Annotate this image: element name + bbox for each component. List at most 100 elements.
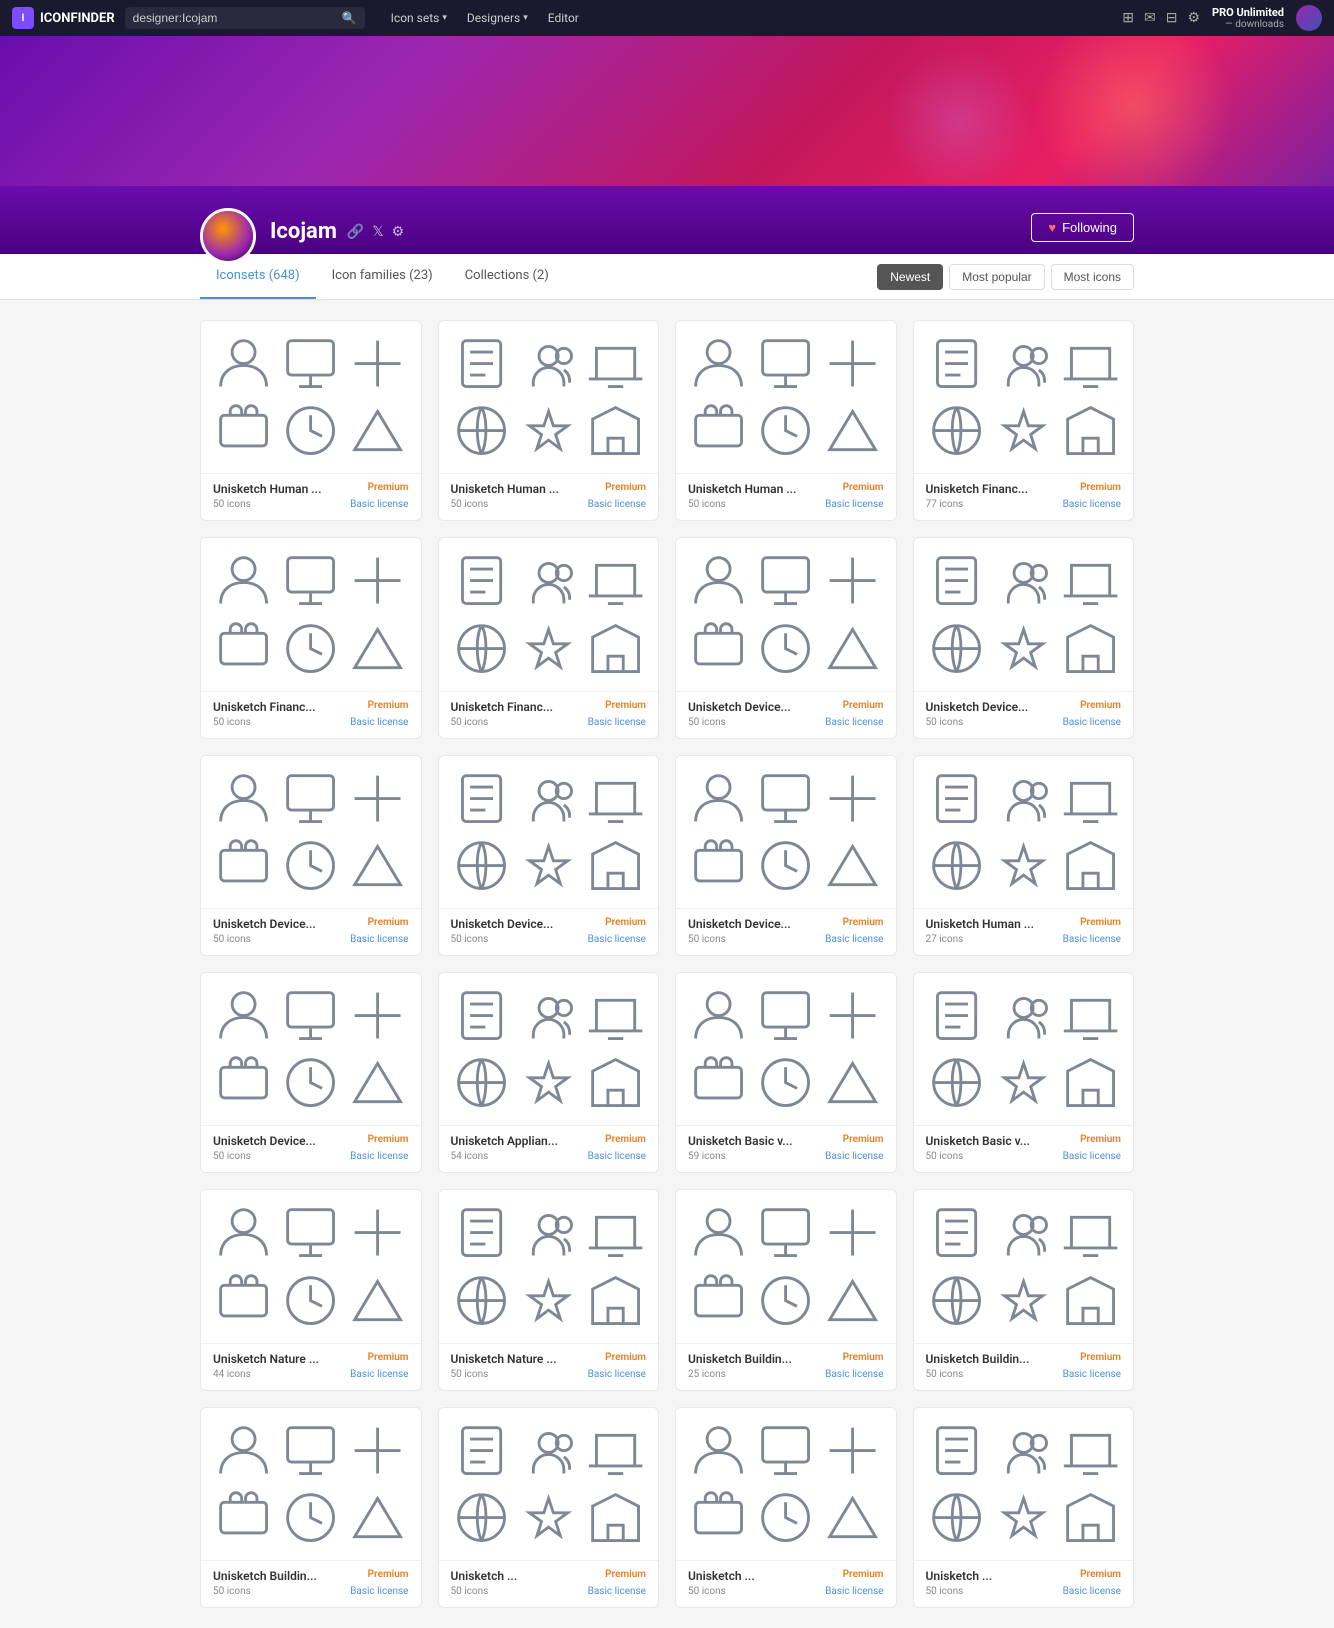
icon-set-card[interactable]: Unisketch Device... Premium 50 icons Bas… [200, 972, 422, 1173]
card-title: Unisketch Device... [688, 700, 791, 714]
license-link[interactable]: Basic license [825, 717, 883, 728]
icon-set-card[interactable]: Unisketch Device... Premium 50 icons Bas… [675, 537, 897, 738]
icon-set-card[interactable]: Unisketch ... Premium 50 icons Basic lic… [913, 1407, 1135, 1608]
logo[interactable]: I ICONFINDER [12, 7, 115, 29]
link-icon[interactable]: 🔗 [347, 224, 364, 240]
icon-set-card[interactable]: Unisketch Buildin... Premium 50 icons Ba… [200, 1407, 422, 1608]
icon-set-card[interactable]: Unisketch Basic v... Premium 59 icons Ba… [675, 972, 897, 1173]
icon-preview-item [926, 1052, 987, 1113]
icon-set-card[interactable]: Unisketch Nature ... Premium 50 icons Ba… [438, 1189, 660, 1390]
icon-set-card[interactable]: Unisketch Human ... Premium 50 icons Bas… [438, 320, 660, 521]
card-meta: 50 icons Basic license [213, 1151, 409, 1162]
license-link[interactable]: Basic license [825, 1586, 883, 1597]
license-link[interactable]: Basic license [825, 1369, 883, 1380]
icon-set-card[interactable]: Unisketch Buildin... Premium 25 icons Ba… [675, 1189, 897, 1390]
license-link[interactable]: Basic license [350, 934, 408, 945]
search-icon[interactable]: 🔍 [342, 11, 357, 25]
tab-icon-families[interactable]: Icon families (23) [316, 254, 449, 299]
icon-set-card[interactable]: Unisketch Basic v... Premium 50 icons Ba… [913, 972, 1135, 1173]
license-link[interactable]: Basic license [1063, 499, 1121, 510]
icon-preview-item [585, 985, 646, 1046]
icon-set-card[interactable]: Unisketch ... Premium 50 icons Basic lic… [438, 1407, 660, 1608]
license-link[interactable]: Basic license [588, 1151, 646, 1162]
premium-badge: Premium [605, 1569, 646, 1580]
icons-count: 50 icons [213, 1151, 251, 1162]
premium-badge: Premium [368, 1134, 409, 1145]
icon-set-card[interactable]: Unisketch Financ... Premium 50 icons Bas… [200, 537, 422, 738]
card-info: Unisketch Applian... Premium 54 icons Ba… [439, 1125, 659, 1172]
icon-preview-item [993, 333, 1054, 394]
icon-preview-item [518, 618, 579, 679]
license-link[interactable]: Basic license [588, 1586, 646, 1597]
icon-set-card[interactable]: Unisketch Financ... Premium 50 icons Bas… [438, 537, 660, 738]
license-link[interactable]: Basic license [588, 717, 646, 728]
user-avatar[interactable] [1296, 5, 1322, 31]
tab-collections[interactable]: Collections (2) [449, 254, 565, 299]
icon-set-card[interactable]: Unisketch Human ... Premium 27 icons Bas… [913, 755, 1135, 956]
icon-set-card[interactable]: Unisketch Financ... Premium 77 icons Bas… [913, 320, 1135, 521]
sort-newest[interactable]: Newest [877, 264, 943, 290]
mail-icon[interactable]: ✉ [1144, 10, 1156, 26]
nav-designers[interactable]: Designers ▾ [459, 7, 536, 29]
icon-set-card[interactable]: Unisketch Device... Premium 50 icons Bas… [675, 755, 897, 956]
grid-icon[interactable]: ⊞ [1122, 10, 1134, 26]
license-link[interactable]: Basic license [825, 1151, 883, 1162]
icon-preview-item [1060, 835, 1121, 896]
card-meta: 50 icons Basic license [688, 934, 884, 945]
icon-set-card[interactable]: Unisketch Device... Premium 50 icons Bas… [200, 755, 422, 956]
license-link[interactable]: Basic license [825, 499, 883, 510]
icons-count: 50 icons [688, 1586, 726, 1597]
premium-badge: Premium [1080, 1352, 1121, 1363]
license-link[interactable]: Basic license [1063, 934, 1121, 945]
icon-set-card[interactable]: Unisketch Nature ... Premium 44 icons Ba… [200, 1189, 422, 1390]
logo-text: ICONFINDER [40, 11, 115, 26]
license-link[interactable]: Basic license [588, 934, 646, 945]
license-link[interactable]: Basic license [1063, 1586, 1121, 1597]
icon-set-card[interactable]: Unisketch Buildin... Premium 50 icons Ba… [913, 1189, 1135, 1390]
nav-iconsets[interactable]: Icon sets ▾ [383, 7, 455, 29]
hero-banner [0, 36, 1334, 186]
license-link[interactable]: Basic license [350, 1151, 408, 1162]
license-link[interactable]: Basic license [350, 499, 408, 510]
icon-set-card[interactable]: Unisketch ... Premium 50 icons Basic lic… [675, 1407, 897, 1608]
bookmark-icon[interactable]: ⊟ [1166, 10, 1178, 26]
sort-most-icons[interactable]: Most icons [1051, 264, 1134, 290]
icon-preview-item [280, 768, 341, 829]
nav-editor[interactable]: Editor [540, 7, 587, 29]
license-link[interactable]: Basic license [1063, 1151, 1121, 1162]
follow-button[interactable]: ♥ Following [1031, 213, 1134, 242]
twitter-icon[interactable]: 𝕏 [372, 224, 383, 240]
card-preview [914, 321, 1134, 473]
settings-icon[interactable]: ⚙ [392, 224, 405, 240]
icon-preview-item [926, 1270, 987, 1331]
icon-preview-item [451, 333, 512, 394]
icon-set-card[interactable]: Unisketch Device... Premium 50 icons Bas… [913, 537, 1135, 738]
icon-preview-item [1060, 550, 1121, 611]
card-meta: 50 icons Basic license [926, 1586, 1122, 1597]
card-title: Unisketch Financ... [213, 700, 316, 714]
settings-icon[interactable]: ⚙ [1187, 10, 1200, 26]
premium-badge: Premium [843, 1134, 884, 1145]
search-input[interactable] [133, 11, 336, 25]
icon-set-card[interactable]: Unisketch Human ... Premium 50 icons Bas… [675, 320, 897, 521]
license-link[interactable]: Basic license [1063, 1369, 1121, 1380]
premium-badge: Premium [1080, 1569, 1121, 1580]
license-link[interactable]: Basic license [1063, 717, 1121, 728]
card-preview [676, 1408, 896, 1560]
license-link[interactable]: Basic license [825, 934, 883, 945]
license-link[interactable]: Basic license [588, 499, 646, 510]
license-link[interactable]: Basic license [350, 1586, 408, 1597]
icon-set-card[interactable]: Unisketch Human ... Premium 50 icons Bas… [200, 320, 422, 521]
tabs-left: Iconsets (648) Icon families (23) Collec… [200, 254, 565, 299]
license-link[interactable]: Basic license [350, 1369, 408, 1380]
logo-icon: I [12, 7, 34, 29]
sort-buttons: Newest Most popular Most icons [877, 256, 1134, 298]
icon-preview-item [688, 333, 749, 394]
license-link[interactable]: Basic license [350, 717, 408, 728]
sort-popular[interactable]: Most popular [949, 264, 1044, 290]
icon-set-card[interactable]: Unisketch Device... Premium 50 icons Bas… [438, 755, 660, 956]
license-link[interactable]: Basic license [588, 1369, 646, 1380]
card-title: Unisketch Buildin... [688, 1352, 792, 1366]
icon-set-card[interactable]: Unisketch Applian... Premium 54 icons Ba… [438, 972, 660, 1173]
card-preview [201, 973, 421, 1125]
